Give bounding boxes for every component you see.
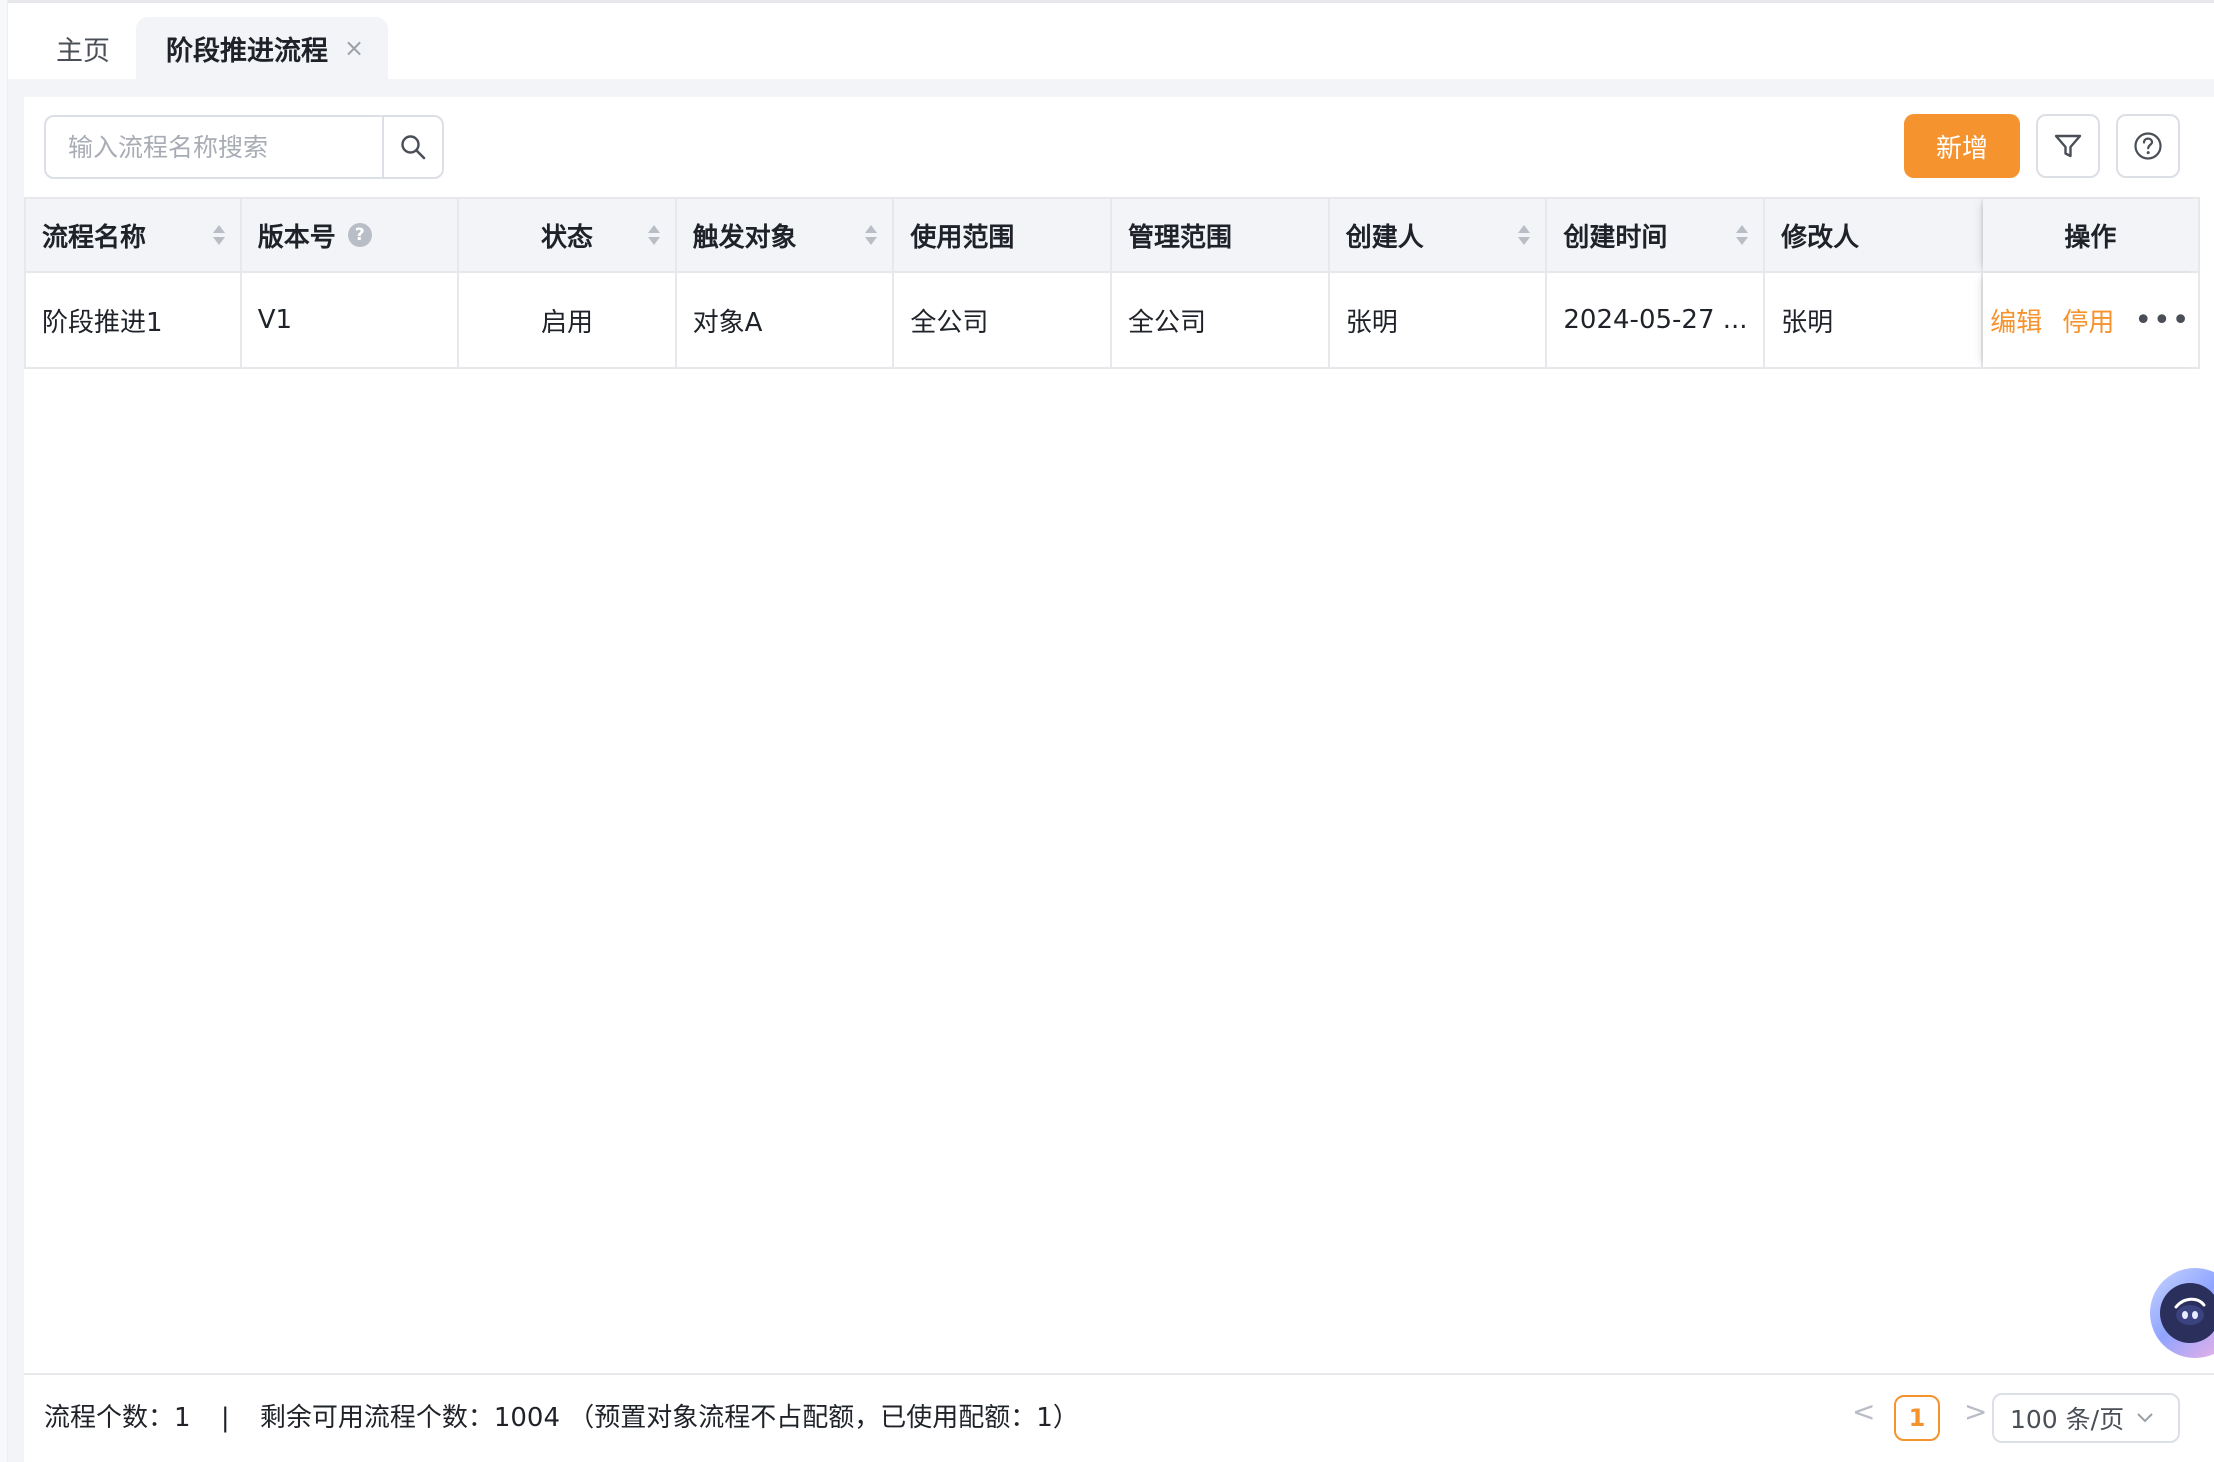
header-status[interactable]: 状态 — [459, 199, 677, 271]
header-label: 使用范围 — [910, 222, 1015, 253]
header-label: 流程名称 — [42, 222, 147, 253]
more-icon[interactable]: ••• — [2134, 303, 2190, 338]
tab-home[interactable]: 主页 — [56, 17, 110, 79]
page-size-value: 100 条/页 — [2010, 1405, 2125, 1434]
prev-page-button[interactable]: < — [1852, 1395, 1875, 1428]
table-header: 流程名称 版本号 ? 状态 触发对象 使用范围 管理范围 创建人 创建时间 修改… — [24, 199, 2200, 273]
cell-modifier: 张明 — [1765, 273, 1983, 367]
chevron-right-icon: > — [1964, 1395, 1988, 1428]
page-size-select[interactable]: 100 条/页 — [1992, 1393, 2180, 1443]
header-created-at[interactable]: 创建时间 — [1547, 199, 1766, 271]
header-name[interactable]: 流程名称 — [24, 199, 242, 271]
header-label: 管理范围 — [1128, 222, 1233, 253]
chevron-down-icon — [2137, 1413, 2153, 1423]
header-label: 修改人 — [1781, 222, 1860, 253]
search-icon — [401, 135, 426, 160]
tab-bar: 主页 阶段推进流程 × — [8, 3, 2214, 79]
remaining-count: 剩余可用流程个数：1004 — [259, 1403, 561, 1433]
next-page-button[interactable]: > — [1964, 1395, 1987, 1428]
search-input[interactable] — [46, 117, 382, 177]
process-count: 流程个数：1 — [44, 1403, 191, 1433]
header-label: 版本号 — [257, 222, 336, 253]
header-version: 版本号 ? — [242, 199, 460, 271]
cell-creator: 张明 — [1330, 273, 1548, 367]
page-current[interactable]: 1 — [1894, 1395, 1940, 1441]
close-icon[interactable]: × — [344, 34, 364, 62]
main-panel: 新增 流程名称 版本号 ? 状态 触发对象 — [24, 97, 2214, 1462]
footer-separator: | — [220, 1403, 230, 1433]
sort-icon[interactable] — [1735, 223, 1749, 247]
header-label: 创建人 — [1345, 222, 1424, 253]
header-trigger[interactable]: 触发对象 — [677, 199, 895, 271]
process-table: 流程名称 版本号 ? 状态 触发对象 使用范围 管理范围 创建人 创建时间 修改… — [24, 197, 2200, 369]
header-actions: 操作 — [1983, 199, 2200, 271]
disable-link[interactable]: 停用 — [2062, 302, 2114, 339]
header-label: 操作 — [2064, 222, 2117, 253]
header-label: 创建时间 — [1563, 222, 1668, 253]
help-icon — [2134, 132, 2162, 160]
tab-stage-process[interactable]: 阶段推进流程 × — [136, 17, 388, 79]
header-creator[interactable]: 创建人 — [1330, 199, 1548, 271]
edit-link[interactable]: 编辑 — [1990, 302, 2042, 339]
quota-note: （预置对象流程不占配额，已使用配额：1） — [568, 1403, 1079, 1433]
table-row[interactable]: 阶段推进1 V1 启用 对象A 全公司 全公司 张明 2024-05-27 ..… — [24, 273, 2200, 369]
cell-usage-scope: 全公司 — [894, 273, 1113, 367]
cell-version: V1 — [242, 273, 460, 367]
left-edge — [0, 0, 8, 1462]
footer-summary: 流程个数：1 | 剩余可用流程个数：1004 （预置对象流程不占配额，已使用配额… — [44, 1397, 1079, 1434]
tab-stage-process-label: 阶段推进流程 — [166, 35, 328, 67]
sort-icon[interactable] — [647, 223, 661, 247]
add-button[interactable]: 新增 — [1904, 114, 2020, 178]
cell-name: 阶段推进1 — [24, 273, 242, 367]
header-label: 状态 — [541, 222, 594, 253]
header-manage-scope: 管理范围 — [1112, 199, 1330, 271]
sort-icon[interactable] — [1517, 223, 1531, 247]
cell-status: 启用 — [459, 273, 677, 367]
robot-icon — [2160, 1283, 2214, 1343]
header-label: 触发对象 — [692, 222, 797, 253]
search-button[interactable] — [382, 117, 442, 177]
chevron-left-icon: < — [1852, 1395, 1876, 1428]
cell-created-at: 2024-05-27 ... — [1547, 273, 1766, 367]
cell-trigger: 对象A — [677, 273, 895, 367]
filter-button[interactable] — [2036, 114, 2100, 178]
header-modifier: 修改人 — [1765, 199, 1983, 271]
search-box — [44, 115, 444, 179]
sort-icon[interactable] — [212, 223, 226, 247]
question-icon[interactable]: ? — [347, 223, 372, 247]
footer-divider — [24, 1373, 2214, 1375]
cell-manage-scope: 全公司 — [1112, 273, 1330, 367]
header-usage-scope: 使用范围 — [894, 199, 1113, 271]
help-button[interactable] — [2116, 114, 2180, 178]
filter-icon — [2054, 134, 2082, 158]
cell-actions: 编辑 停用 ••• — [1983, 273, 2200, 367]
sort-icon[interactable] — [864, 223, 878, 247]
